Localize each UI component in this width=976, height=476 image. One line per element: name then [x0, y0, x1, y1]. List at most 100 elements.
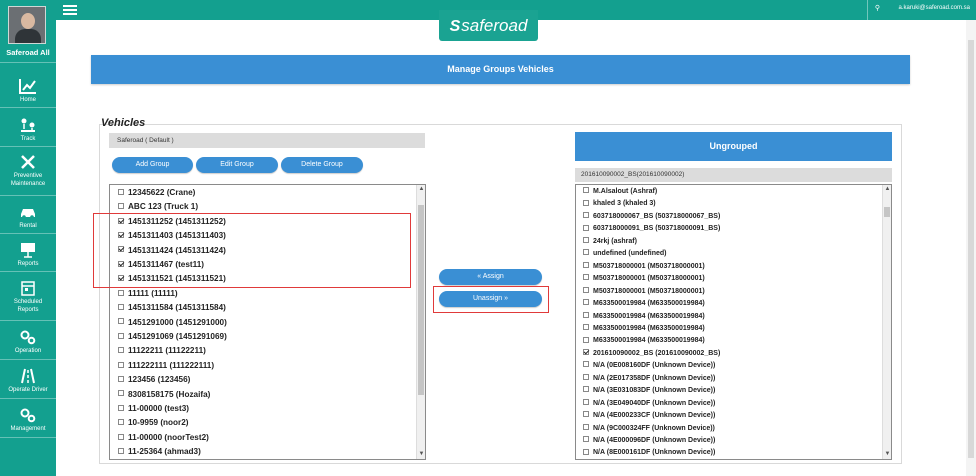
list-item[interactable]: N/A (2E017358DF (Unknown Device)) [583, 373, 715, 386]
list-item[interactable]: 1451291069 (1451291069) [118, 330, 227, 344]
list-item[interactable]: 603718000091_BS (503718000091_BS) [583, 223, 720, 236]
item-checkbox[interactable] [583, 236, 589, 243]
item-checkbox[interactable] [583, 349, 589, 355]
item-checkbox[interactable] [583, 398, 589, 405]
list-item[interactable]: 1451311584 (1451311584) [118, 301, 226, 315]
list-item[interactable]: M633500019984 (M633500019984) [583, 311, 705, 324]
edit-group-button[interactable]: Edit Group [196, 157, 278, 173]
list-item[interactable]: N/A (3E049040DF (Unknown Device)) [583, 398, 715, 411]
list-item[interactable]: 11111 (11111) [118, 287, 178, 301]
item-checkbox[interactable] [583, 299, 589, 306]
item-checkbox[interactable] [118, 188, 124, 195]
list-item[interactable]: 603718000067_BS (503718000067_BS) [583, 211, 720, 224]
list-item[interactable]: N/A (3E031083DF (Unknown Device)) [583, 385, 715, 398]
scroll-up-icon[interactable]: ▲ [417, 185, 425, 194]
list-item[interactable]: 11-00000 (test3) [118, 402, 189, 416]
item-checkbox[interactable] [583, 361, 589, 368]
item-checkbox[interactable] [583, 448, 589, 455]
list-item[interactable]: 1451291000 (1451291000) [118, 316, 227, 330]
gears-icon [20, 330, 36, 345]
item-checkbox[interactable] [118, 376, 124, 383]
item-checkbox[interactable] [583, 386, 589, 393]
list-item[interactable]: undefined (undefined) [583, 248, 667, 261]
ungrouped-scrollbar[interactable]: ▲ ▼ [882, 185, 891, 459]
item-checkbox[interactable] [583, 411, 589, 418]
item-checkbox[interactable] [583, 212, 589, 219]
avatar[interactable] [8, 6, 46, 44]
sidebar-item-management[interactable]: Management [0, 407, 56, 433]
item-checkbox[interactable] [583, 336, 589, 343]
item-checkbox[interactable] [583, 423, 589, 430]
list-item[interactable]: 11-00000 (noorTest2) [118, 431, 209, 445]
list-item[interactable]: M633500019984 (M633500019984) [583, 335, 705, 348]
list-item[interactable]: M503718000001 (M503718000001) [583, 273, 705, 286]
scroll-down-icon[interactable]: ▼ [883, 450, 891, 459]
item-checkbox[interactable] [583, 187, 589, 194]
sidebar-item-scheduled-reports[interactable]: Scheduled Reports [0, 280, 56, 314]
item-checkbox[interactable] [118, 203, 124, 210]
list-item[interactable]: 10-9959 (noor2) [118, 416, 189, 430]
item-checkbox[interactable] [583, 199, 589, 206]
menu-icon[interactable] [63, 5, 77, 15]
list-item[interactable]: 111222111 (111222111) [118, 359, 214, 373]
item-checkbox[interactable] [118, 390, 124, 397]
item-checkbox[interactable] [583, 249, 589, 256]
list-item[interactable]: 123456 (123456) [118, 373, 190, 387]
list-item[interactable]: N/A (4E000233CF (Unknown Device)) [583, 410, 715, 423]
item-checkbox[interactable] [118, 289, 124, 296]
item-label: N/A (3E049040DF (Unknown Device)) [593, 399, 716, 407]
ungrouped-list[interactable]: N/A (8E000161DF (Unknown Device)) N/A (4E… [575, 184, 892, 460]
add-group-button[interactable]: Add Group [112, 157, 193, 173]
item-checkbox[interactable] [583, 436, 589, 443]
item-checkbox[interactable] [583, 261, 589, 268]
sidebar-item-operate-driver[interactable]: Operate Driver [0, 368, 56, 394]
list-item[interactable]: 12345622 (Crane) [118, 186, 195, 200]
list-item[interactable]: 11122211 (11122211) [118, 344, 206, 358]
sidebar-item-preventive-maintenance[interactable]: Preventive Maintenance [0, 154, 56, 188]
sidebar-item-label: Track [20, 136, 36, 142]
list-item[interactable]: M503718000001 (M503718000001) [583, 286, 705, 299]
list-item[interactable]: N/A (4E000096DF (Unknown Device)) [583, 435, 715, 448]
list-item[interactable]: M503718000001 (M503718000001) [583, 261, 705, 274]
item-checkbox[interactable] [118, 448, 124, 455]
item-checkbox[interactable] [583, 324, 589, 331]
item-checkbox[interactable] [583, 286, 589, 293]
assign-button[interactable]: « Assign [439, 269, 542, 285]
sidebar-item-home[interactable]: Home [0, 78, 56, 104]
list-item[interactable]: N/A (9C000324FF (Unknown Device)) [583, 423, 715, 436]
list-item[interactable]: N/A (0E008160DF (Unknown Device)) [583, 360, 715, 373]
item-checkbox[interactable] [118, 433, 124, 440]
delete-group-button[interactable]: Delete Group [281, 157, 363, 173]
group-selector[interactable]: Saferoad ( Default ) [109, 133, 425, 148]
list-item[interactable]: 24rkj (ashraf) [583, 236, 637, 249]
list-item[interactable]: M633500019984 (M633500019984) [583, 323, 705, 336]
item-checkbox[interactable] [118, 332, 124, 339]
item-checkbox[interactable] [118, 347, 124, 354]
scroll-down-icon[interactable]: ▼ [417, 450, 425, 459]
item-checkbox[interactable] [583, 311, 589, 318]
sidebar-item-reports[interactable]: Reports [0, 242, 56, 268]
sidebar-item-rental[interactable]: Rental [0, 204, 56, 230]
item-checkbox[interactable] [118, 404, 124, 411]
item-checkbox[interactable] [118, 361, 124, 368]
list-item[interactable]: 8308158175 (Hozaifa) [118, 388, 210, 402]
sidebar-item-track[interactable]: Track [0, 117, 56, 143]
user-email[interactable]: a.karuki@saferoad.com.sa [899, 5, 970, 11]
list-item[interactable]: 201610090002_BS (201610090002_BS) [583, 348, 720, 361]
list-item[interactable]: 11-25364 (ahmad3) [118, 445, 201, 459]
list-item[interactable]: N/A (8E000161DF (Unknown Device)) [583, 447, 715, 459]
item-checkbox[interactable] [583, 373, 589, 380]
item-checkbox[interactable] [118, 304, 124, 311]
item-checkbox[interactable] [583, 274, 589, 281]
user-icon[interactable]: ⚲ [875, 4, 880, 12]
list-item[interactable]: M.Alsalout (Ashraf) [583, 186, 657, 199]
page-scrollbar[interactable] [966, 20, 976, 476]
list-item[interactable]: khaled 3 (khaled 3) [583, 198, 656, 211]
vehicles-scrollbar[interactable]: ▲ ▼ [416, 185, 425, 459]
item-checkbox[interactable] [118, 318, 124, 325]
item-checkbox[interactable] [583, 224, 589, 231]
scroll-up-icon[interactable]: ▲ [883, 185, 891, 194]
item-checkbox[interactable] [118, 419, 124, 426]
list-item[interactable]: M633500019984 (M633500019984) [583, 298, 705, 311]
sidebar-item-operation[interactable]: Operation [0, 329, 56, 355]
